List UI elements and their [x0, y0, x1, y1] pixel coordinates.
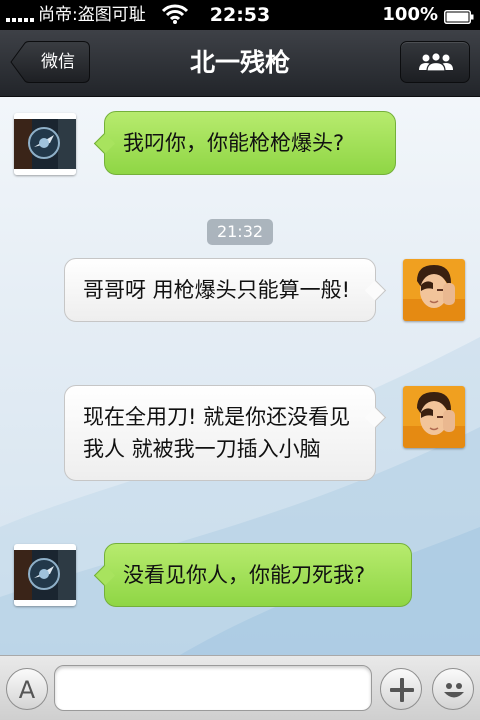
- message-text: 哥哥呀 用枪爆头只能算一般!: [83, 278, 351, 302]
- nav-bar: 微信 北一残枪: [0, 30, 480, 97]
- add-attachment-button[interactable]: [380, 668, 422, 710]
- svg-text:A: A: [19, 676, 36, 704]
- message-bubble[interactable]: 现在全用刀! 就是你还没看见我人 就被我一刀插入小脑: [64, 385, 387, 481]
- plus-icon: [390, 678, 414, 702]
- message-input[interactable]: [54, 665, 372, 711]
- emoji-button[interactable]: [432, 668, 474, 710]
- message-text: 没看见你人，你能刀死我?: [123, 563, 366, 587]
- message-text: 我叼你，你能枪枪爆头?: [123, 131, 345, 155]
- battery-icon: [444, 8, 474, 24]
- back-button[interactable]: 微信: [10, 41, 90, 83]
- message-bubble[interactable]: 哥哥呀 用枪爆头只能算一般!: [64, 258, 387, 322]
- status-bar: 尚帝:盗图可耻 22:53 100%: [0, 0, 480, 30]
- group-icon: [419, 52, 453, 72]
- contact-avatar[interactable]: [14, 544, 76, 606]
- my-avatar[interactable]: [403, 259, 465, 321]
- my-avatar[interactable]: [403, 386, 465, 448]
- contact-avatar[interactable]: [14, 113, 76, 175]
- chat-area[interactable]: 我叼你，你能枪枪爆头? 21:32 哥哥呀 用枪爆头只能算一般! 现在全用刀! …: [0, 97, 480, 655]
- message-bubble[interactable]: 我叼你，你能枪枪爆头?: [93, 111, 396, 175]
- members-button[interactable]: [400, 41, 470, 83]
- keyboard-toggle-button[interactable]: A: [6, 668, 48, 710]
- keyboard-a-icon: A: [19, 676, 36, 704]
- message-timestamp: 21:32: [207, 219, 273, 245]
- smiley-icon: [444, 683, 464, 698]
- message-text: 现在全用刀! 就是你还没看见我人 就被我一刀插入小脑: [83, 405, 351, 461]
- message-bubble[interactable]: 没看见你人，你能刀死我?: [93, 543, 412, 607]
- input-bar: A: [0, 655, 480, 720]
- back-button-label: 微信: [41, 52, 75, 72]
- battery-percent: 100%: [382, 4, 438, 25]
- chat-title: 北一残枪: [189, 48, 290, 77]
